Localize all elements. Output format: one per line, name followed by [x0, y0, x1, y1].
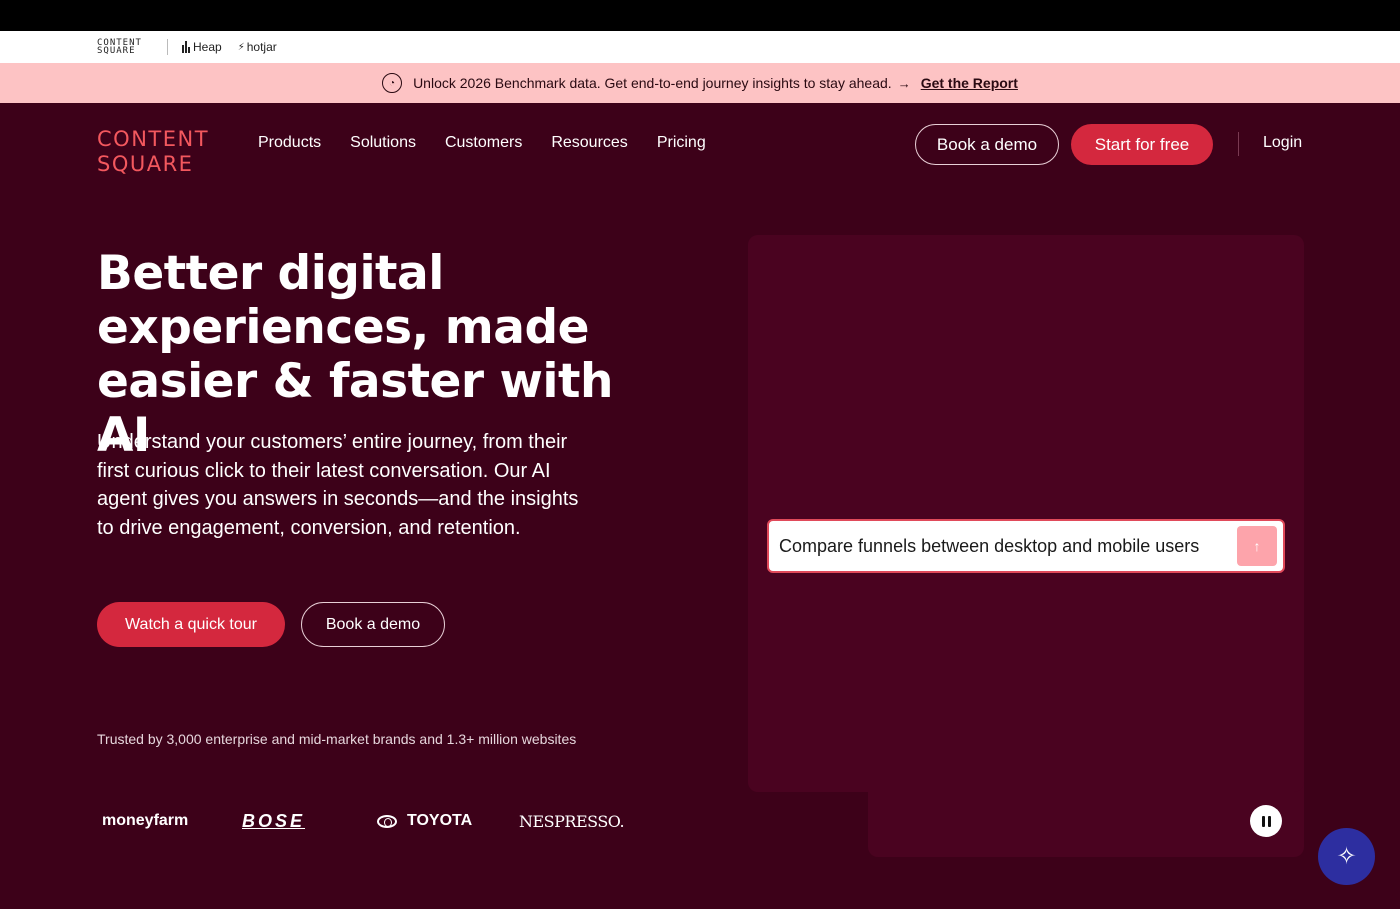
contentsquare-brand-link[interactable]: CONTENT SQUARE	[97, 39, 155, 56]
brand-family-bar: CONTENT SQUARE Heap ⚡ hotjar	[0, 31, 1400, 63]
nav-link-pricing[interactable]: Pricing	[657, 134, 706, 152]
toyota-emblem-icon	[377, 814, 397, 828]
hotjar-logo-icon: ⚡	[237, 41, 245, 53]
browser-top-bar	[0, 0, 1400, 31]
hotjar-brand-link[interactable]: ⚡ hotjar	[238, 40, 277, 54]
demo-panel-main	[748, 235, 1304, 792]
toyota-logo-text: TOYOTA	[407, 812, 473, 829]
promo-arrow-icon: →	[897, 75, 911, 91]
heap-brand-label: Heap	[193, 40, 222, 54]
heap-brand-link[interactable]: Heap	[182, 40, 222, 54]
promo-banner: ◔ Unlock 2026 Benchmark data. Get end-to…	[0, 63, 1400, 103]
nav-divider	[1238, 132, 1239, 156]
ai-prompt-text: Compare funnels between desktop and mobi…	[779, 535, 1200, 556]
nav-book-demo-button[interactable]: Book a demo	[915, 124, 1059, 165]
logo-line1: CONTENT	[97, 127, 210, 151]
watch-quick-tour-button[interactable]: Watch a quick tour	[97, 602, 285, 647]
nav-link-customers[interactable]: Customers	[445, 134, 522, 152]
ai-prompt-box[interactable]: Compare funnels between desktop and mobi…	[767, 519, 1285, 573]
hero-subtitle: Understand your customers’ entire journe…	[97, 431, 579, 539]
trusted-by-text: Trusted by 3,000 enterprise and mid-mark…	[97, 731, 577, 747]
bose-logo: BOSE	[242, 810, 306, 831]
toyota-logo: TOYOTA	[377, 812, 519, 830]
contentsquare-logo[interactable]: CONTENT SQUARE	[97, 127, 209, 177]
get-report-link[interactable]: Get the Report	[921, 75, 1018, 91]
nav-link-products[interactable]: Products	[258, 134, 321, 152]
promo-text: Unlock 2026 Benchmark data. Get end-to-e…	[413, 75, 892, 91]
main-nav: CONTENT SQUARE Products Solutions Custom…	[0, 103, 1400, 185]
nav-links: Products Solutions Customers Resources P…	[258, 134, 706, 152]
pause-icon[interactable]	[1250, 805, 1282, 837]
moneyfarm-logo: moneyfarm	[102, 812, 189, 829]
start-for-free-button[interactable]: Start for free	[1071, 124, 1213, 165]
logo-line2: SQUARE	[97, 152, 194, 176]
heap-logo-icon	[182, 41, 190, 53]
arrow-up-icon[interactable]: ↑	[1237, 526, 1277, 566]
contentsquare-brand-line2: SQUARE	[97, 46, 136, 56]
nav-link-solutions[interactable]: Solutions	[350, 134, 416, 152]
hotjar-brand-label: hotjar	[246, 40, 277, 54]
hero-book-demo-button[interactable]: Book a demo	[301, 602, 445, 647]
brand-divider	[167, 39, 168, 55]
customer-logos: moneyfarm BOSE TOYOTA NESPRESSO.	[97, 806, 625, 836]
login-link[interactable]: Login	[1263, 134, 1302, 152]
clock-icon: ◔	[382, 73, 403, 93]
nespresso-logo: NESPRESSO.	[519, 811, 625, 831]
sparkle-icon[interactable]: ✧	[1318, 828, 1375, 885]
nav-link-resources[interactable]: Resources	[551, 134, 627, 152]
